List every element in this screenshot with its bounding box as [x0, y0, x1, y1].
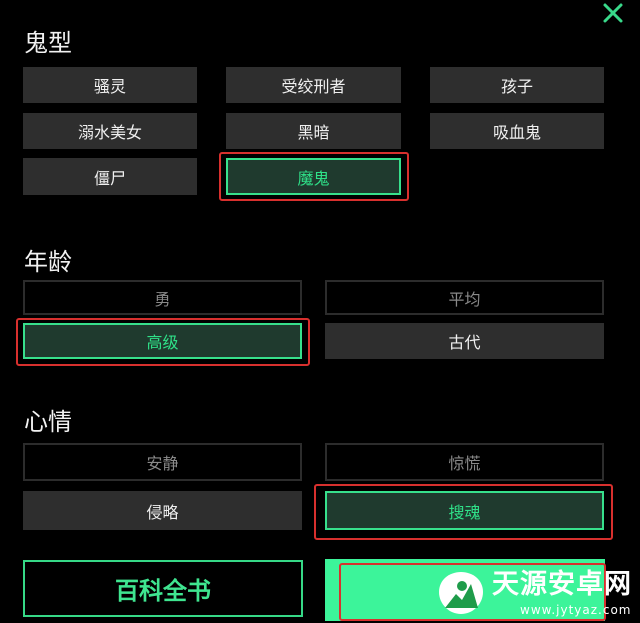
option-child[interactable]: 孩子 — [430, 67, 604, 103]
option-ancient[interactable]: 古代 — [325, 323, 604, 359]
option-hanged[interactable]: 受绞刑者 — [226, 67, 401, 103]
option-aggressive[interactable]: 侵略 — [23, 491, 302, 530]
ghost-type-title: 鬼型 — [24, 29, 72, 57]
option-calm[interactable]: 安静 — [23, 443, 302, 481]
encyclopedia-button[interactable]: 百科全书 — [23, 560, 303, 617]
option-senior[interactable]: 高级 — [23, 323, 302, 359]
option-vampire[interactable]: 吸血鬼 — [430, 113, 604, 149]
watermark-text: 天源安卓网 — [492, 569, 632, 600]
watermark-logo-icon — [439, 572, 483, 614]
watermark: 天源安卓网 www.jytyaz.com — [436, 568, 640, 623]
mood-title: 心情 — [24, 408, 72, 436]
option-panic[interactable]: 惊慌 — [325, 443, 604, 481]
age-title: 年龄 — [24, 248, 72, 276]
option-zombie[interactable]: 僵尸 — [23, 158, 197, 195]
option-poltergeist[interactable]: 骚灵 — [23, 67, 197, 103]
option-demon[interactable]: 魔鬼 — [226, 158, 401, 195]
option-average[interactable]: 平均 — [325, 280, 604, 315]
option-soul-search[interactable]: 搜魂 — [325, 491, 604, 530]
option-young[interactable]: 勇 — [23, 280, 302, 315]
option-dark[interactable]: 黑暗 — [226, 113, 401, 149]
option-drowned-woman[interactable]: 溺水美女 — [23, 113, 197, 149]
close-icon[interactable] — [598, 0, 628, 28]
watermark-url: www.jytyaz.com — [520, 603, 632, 617]
